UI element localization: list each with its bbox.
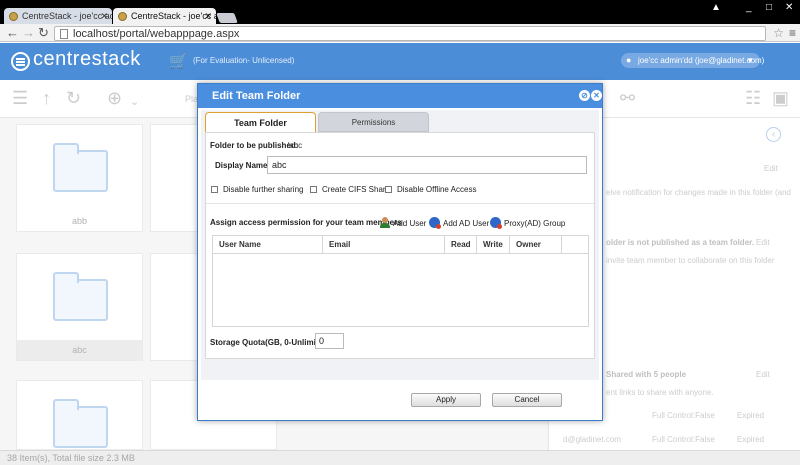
- col-owner[interactable]: Owner: [510, 236, 562, 254]
- cancel-button[interactable]: Cancel: [492, 393, 562, 407]
- close-tab-icon[interactable]: ✕: [204, 8, 212, 24]
- favicon-icon: [9, 12, 18, 21]
- page-icon: [60, 29, 68, 39]
- favicon-icon: [118, 12, 127, 21]
- storage-quota-label: Storage Quota(GB, 0-Unlimited): [210, 338, 331, 347]
- cart-icon[interactable]: 🛒: [169, 52, 188, 70]
- close-icon[interactable]: ✕: [591, 90, 602, 101]
- browser-tab-2-title: CentreStack - joe'cc admi: [131, 11, 216, 21]
- col-email[interactable]: Email: [323, 236, 445, 254]
- apply-button[interactable]: Apply: [411, 393, 481, 407]
- folder-path: /abc: [287, 141, 303, 150]
- chevron-down-icon: ▼: [746, 56, 754, 65]
- disable-sharing-label: Disable further sharing: [223, 185, 304, 194]
- create-cifs-option[interactable]: Create CIFS Share: [310, 185, 390, 194]
- proxy-group-label: Proxy(AD) Group: [504, 219, 566, 228]
- browser-tab-1[interactable]: CentreStack - joe'cc admi ✕: [4, 8, 112, 24]
- new-tab-button[interactable]: [216, 13, 238, 23]
- address-bar: ← → ↻ localhost/portal/webapppage.aspx ☆…: [0, 24, 800, 42]
- browser-tab-strip: CentreStack - joe'cc admi ✕ CentreStack …: [0, 0, 800, 24]
- create-cifs-checkbox[interactable]: [310, 186, 317, 193]
- logo-text: centrestack: [33, 48, 141, 70]
- user-icon: ●: [626, 55, 632, 65]
- evaluation-notice[interactable]: (For Evaluation- Unlicensed): [193, 56, 294, 65]
- add-ad-user-label: Add AD User: [443, 219, 490, 228]
- browser-menu-icon[interactable]: ≡: [789, 26, 796, 40]
- display-name-label: Display Name:: [215, 161, 271, 170]
- bookmark-star-icon[interactable]: ☆: [773, 24, 784, 42]
- disable-offline-checkbox[interactable]: [385, 186, 392, 193]
- display-name-input[interactable]: abc: [267, 156, 587, 174]
- add-user-icon: [380, 217, 390, 228]
- dialog-tabs: Team Folder Permissions: [203, 112, 597, 132]
- tab-team-folder[interactable]: Team Folder: [205, 112, 316, 132]
- browser-tab-1-title: CentreStack - joe'cc admi: [22, 11, 112, 21]
- close-tab-icon[interactable]: ✕: [100, 8, 108, 24]
- user-menu[interactable]: ● joe'cc admin'dd (joe@gladinet.com) ▼: [621, 53, 764, 68]
- url-text: localhost/portal/webapppage.aspx: [73, 28, 240, 40]
- minimize-icon[interactable]: _: [746, 3, 752, 13]
- folder-label: Folder to be published:: [210, 141, 299, 150]
- assign-row: Assign access permission for your team m…: [206, 217, 594, 231]
- url-input[interactable]: localhost/portal/webapppage.aspx: [54, 26, 766, 41]
- storage-quota-input[interactable]: 0: [315, 333, 344, 349]
- dialog-title-bar: Edit Team Folder ⊘ ✕: [198, 84, 602, 108]
- grid-header: User Name Email Read Write Owner: [213, 236, 588, 254]
- proxy-group-icon: [490, 217, 502, 229]
- assign-label: Assign access permission for your team m…: [210, 218, 402, 227]
- add-user-button[interactable]: Add User: [380, 217, 426, 228]
- col-user-name[interactable]: User Name: [213, 236, 323, 254]
- disable-sharing-checkbox[interactable]: [211, 186, 218, 193]
- logo-icon: [11, 52, 30, 71]
- disable-sharing-option[interactable]: Disable further sharing: [211, 185, 303, 194]
- divider: [206, 203, 594, 204]
- proxy-group-button[interactable]: Proxy(AD) Group: [490, 217, 566, 229]
- maximize-icon[interactable]: □: [766, 3, 772, 13]
- disable-offline-option[interactable]: Disable Offline Access: [385, 185, 476, 194]
- window-close-icon[interactable]: ✕: [785, 3, 793, 13]
- add-user-label: Add User: [393, 219, 427, 228]
- reload-icon[interactable]: ↻: [38, 25, 49, 41]
- create-cifs-label: Create CIFS Share: [322, 185, 391, 194]
- forward-arrow-icon[interactable]: →: [22, 25, 35, 41]
- edit-team-folder-dialog: Edit Team Folder ⊘ ✕ Team Folder Permiss…: [197, 83, 603, 421]
- browser-tab-2[interactable]: CentreStack - joe'cc admi ✕: [113, 8, 216, 24]
- tab-permissions[interactable]: Permissions: [318, 112, 429, 132]
- ad-user-icon: [429, 217, 441, 229]
- add-ad-user-button[interactable]: Add AD User: [429, 217, 490, 229]
- user-profile-icon[interactable]: ▲: [711, 3, 721, 13]
- back-arrow-icon[interactable]: ←: [6, 25, 19, 41]
- dialog-body: Team Folder Permissions Folder to be pub…: [201, 110, 599, 380]
- dialog-title: Edit Team Folder: [212, 90, 301, 102]
- team-folder-panel: Folder to be published: /abc Display Nam…: [205, 132, 595, 359]
- help-icon[interactable]: ⊘: [579, 90, 590, 101]
- dialog-footer: Apply Cancel: [201, 382, 599, 419]
- disable-offline-label: Disable Offline Access: [397, 185, 477, 194]
- app-header: centrestack 🛒 (For Evaluation- Unlicense…: [0, 43, 800, 80]
- col-read[interactable]: Read: [445, 236, 477, 254]
- col-write[interactable]: Write: [477, 236, 510, 254]
- members-grid: User Name Email Read Write Owner: [212, 235, 589, 327]
